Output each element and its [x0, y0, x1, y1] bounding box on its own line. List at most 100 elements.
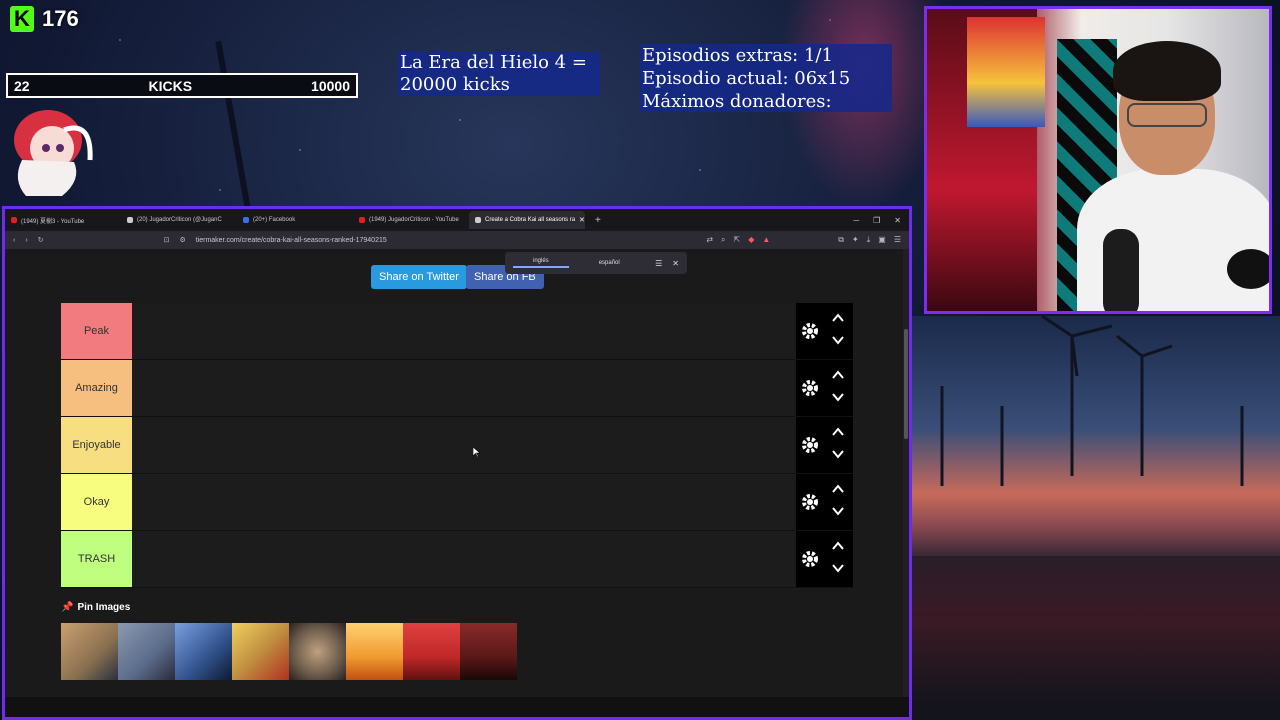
new-tab-icon[interactable]: + [595, 215, 601, 226]
chevron-down-icon[interactable] [832, 335, 844, 345]
close-tab-icon[interactable]: ✕ [579, 216, 585, 224]
tier-drop-zone[interactable] [132, 474, 796, 530]
poster-season-2[interactable] [118, 623, 175, 680]
tier-label[interactable]: TRASH [61, 531, 132, 587]
kick-count: 176 [42, 6, 79, 31]
browser-tab[interactable]: (1949) JugadorCriticon - YouTube [353, 211, 469, 229]
tier-label[interactable]: Okay [61, 474, 132, 530]
extension-icons: ⇄ ⌕ ⇱ ◆ ▲ ⧉ ✦ ⤓ ▣ ☰ [706, 235, 901, 245]
poster-season-1[interactable] [61, 623, 118, 680]
zoom-icon[interactable]: ⌕ [721, 235, 725, 245]
tier-row: Enjoyable [61, 417, 853, 474]
translate-close-icon[interactable]: ✕ [672, 259, 679, 268]
facebook-icon [243, 217, 249, 223]
tier-drop-zone[interactable] [132, 303, 796, 359]
tab-title: (1949) JugadorCriticon - YouTube [369, 217, 459, 223]
gear-icon[interactable] [800, 435, 820, 455]
page-bottom [5, 697, 909, 717]
page-scrollbar[interactable] [903, 249, 909, 697]
chevron-down-icon[interactable] [832, 392, 844, 402]
tier-controls [796, 531, 853, 587]
browser-tab[interactable]: (1949) 夏樹3 - YouTube [5, 211, 121, 229]
browser-window: (1949) 夏樹3 - YouTube (20) JugadorCritico… [2, 206, 912, 720]
translate-popup: inglés español ☰ ✕ [505, 252, 687, 274]
translate-icon[interactable]: ⇄ [706, 235, 713, 245]
back-icon[interactable]: ‹ [13, 237, 15, 244]
tier-drop-zone[interactable] [132, 360, 796, 416]
windmill-landscape-image [912, 316, 1280, 720]
chevron-up-icon[interactable] [832, 370, 844, 380]
tab-title: (1949) 夏樹3 - YouTube [21, 218, 85, 225]
lang-spanish-option[interactable]: español [599, 260, 620, 266]
kick-follower-counter: K 176 [10, 6, 79, 32]
tier-controls [796, 303, 853, 359]
gear-icon[interactable] [800, 321, 820, 341]
microphone [1103, 229, 1139, 311]
browser-tab-active[interactable]: Create a Cobra Kai all seasons ra ✕ [469, 211, 585, 229]
poster-season-6-part-3[interactable] [460, 623, 517, 680]
brave-shield-icon[interactable]: ◆ [748, 235, 754, 245]
reload-icon[interactable]: ↻ [38, 236, 44, 244]
landscape-road [912, 556, 1280, 720]
chevron-up-icon[interactable] [832, 541, 844, 551]
chevron-up-icon[interactable] [832, 484, 844, 494]
close-window-icon[interactable]: ✕ [894, 216, 901, 225]
tier-row: Peak [61, 303, 853, 360]
tier-label[interactable]: Enjoyable [61, 417, 132, 473]
poster-season-4[interactable] [232, 623, 289, 680]
tier-controls [796, 360, 853, 416]
chevron-up-icon[interactable] [832, 313, 844, 323]
tab-bar: (1949) 夏樹3 - YouTube (20) JugadorCritico… [5, 209, 909, 231]
pin-icon: 📌 [61, 602, 74, 613]
forward-icon[interactable]: › [25, 237, 27, 244]
share-icon[interactable]: ⇱ [734, 235, 741, 245]
lang-english-option[interactable]: inglés [513, 258, 569, 268]
era-line-2: 20000 kicks [400, 74, 510, 95]
site-info-icon[interactable]: ⚙ [179, 236, 185, 244]
pin-images-label: Pin Images [77, 602, 131, 613]
restore-icon[interactable]: ❐ [873, 216, 880, 225]
gear-icon[interactable] [800, 492, 820, 512]
translate-menu-icon[interactable]: ☰ [655, 259, 662, 268]
top-donors-line: Máximos donadores: [642, 91, 832, 112]
poster-season-6-part-2[interactable] [403, 623, 460, 680]
x-icon [127, 217, 133, 223]
rewards-icon[interactable]: ▲ [762, 235, 770, 245]
share-twitter-button[interactable]: Share on Twitter [371, 265, 467, 289]
tab-title: Create a Cobra Kai all seasons ra [485, 217, 576, 223]
streamer-hair [1113, 41, 1221, 101]
webcam-feed [924, 6, 1272, 314]
extension-icon[interactable]: ⧉ [838, 235, 844, 245]
poster-season-6-part-1[interactable] [346, 623, 403, 680]
tier-drop-zone[interactable] [132, 531, 796, 587]
poster-season-3[interactable] [175, 623, 232, 680]
chevron-down-icon[interactable] [832, 506, 844, 516]
kicks-goal-label: KICKS [148, 77, 193, 94]
poster-season-5[interactable] [289, 623, 346, 680]
minimize-icon[interactable]: ─ [853, 216, 859, 225]
menu-icon[interactable]: ☰ [894, 235, 901, 245]
tier-controls [796, 417, 853, 473]
tier-label[interactable]: Amazing [61, 360, 132, 416]
windmills-silhouettes [940, 316, 1244, 486]
scrollbar-thumb[interactable] [904, 329, 908, 439]
gear-icon[interactable] [800, 549, 820, 569]
chevron-up-icon[interactable] [832, 427, 844, 437]
tier-label[interactable]: Peak [61, 303, 132, 359]
tier-drop-zone[interactable] [132, 417, 796, 473]
sidebar-icon[interactable]: ▣ [878, 235, 886, 245]
gear-icon[interactable] [800, 378, 820, 398]
era-line-1: La Era del Hielo 4 = [400, 52, 587, 73]
chevron-down-icon[interactable] [832, 563, 844, 573]
url-field[interactable]: tiermaker.com/create/cobra-kai-all-seaso… [196, 237, 616, 244]
bookmark-icon[interactable]: ⊡ [164, 236, 170, 244]
anime-character-sticker [14, 110, 93, 196]
tier-list: Peak Amazing Enjoyable Okay TRASH [61, 303, 853, 588]
browser-tab[interactable]: (20+) Facebook [237, 211, 353, 229]
chevron-down-icon[interactable] [832, 449, 844, 459]
download-icon[interactable]: ⤓ [867, 235, 871, 245]
current-episode-line: Episodio actual: 06x15 [642, 68, 851, 89]
address-bar: ‹ › ↻ ⊡ ⚙ tiermaker.com/create/cobra-kai… [5, 231, 909, 249]
puzzle-icon[interactable]: ✦ [852, 235, 859, 245]
browser-tab[interactable]: (20) JugadorCriticon (@JuganC [121, 211, 237, 229]
